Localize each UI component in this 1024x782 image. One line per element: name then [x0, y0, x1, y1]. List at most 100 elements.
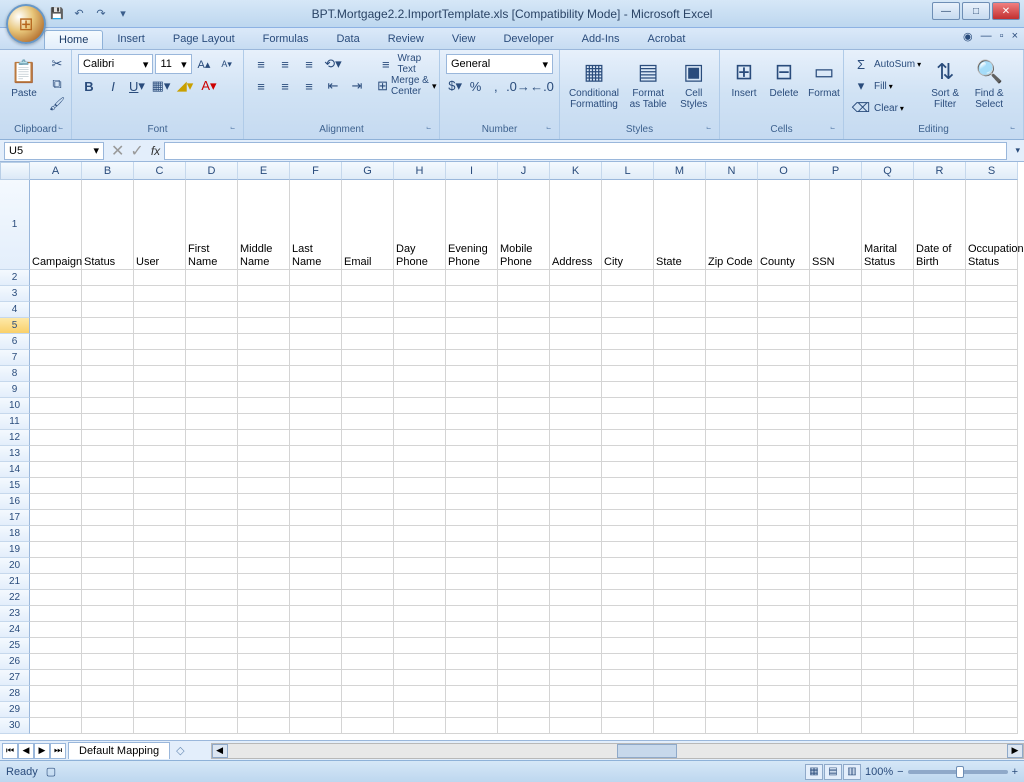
cell[interactable]	[394, 494, 446, 510]
cell[interactable]	[82, 558, 134, 574]
cell[interactable]	[186, 654, 238, 670]
cell[interactable]	[758, 382, 810, 398]
cell[interactable]	[238, 398, 290, 414]
align-right-icon[interactable]: ≡	[298, 76, 320, 96]
cell[interactable]	[654, 430, 706, 446]
cell[interactable]	[654, 686, 706, 702]
cell[interactable]	[498, 510, 550, 526]
cell[interactable]	[810, 638, 862, 654]
cell[interactable]	[654, 590, 706, 606]
cell[interactable]	[30, 654, 82, 670]
column-header[interactable]: S	[966, 162, 1018, 180]
tab-acrobat[interactable]: Acrobat	[634, 30, 700, 49]
cell[interactable]	[134, 622, 186, 638]
cell[interactable]	[82, 462, 134, 478]
cell[interactable]	[446, 702, 498, 718]
cell[interactable]	[134, 382, 186, 398]
cell[interactable]	[238, 462, 290, 478]
cell[interactable]	[394, 366, 446, 382]
cell[interactable]	[134, 638, 186, 654]
cell[interactable]	[862, 510, 914, 526]
enter-formula-icon[interactable]: ✓	[127, 141, 146, 161]
cell[interactable]	[342, 318, 394, 334]
cell[interactable]	[810, 350, 862, 366]
cell[interactable]	[186, 606, 238, 622]
cell[interactable]	[134, 510, 186, 526]
cell[interactable]	[290, 398, 342, 414]
cell[interactable]	[446, 606, 498, 622]
cell[interactable]	[602, 670, 654, 686]
cell[interactable]	[134, 542, 186, 558]
percent-icon[interactable]: %	[466, 76, 484, 96]
cell[interactable]	[30, 606, 82, 622]
cell[interactable]	[550, 622, 602, 638]
tab-insert[interactable]: Insert	[103, 30, 159, 49]
border-icon[interactable]: ▦▾	[150, 76, 172, 96]
cell[interactable]	[342, 654, 394, 670]
cell[interactable]	[914, 638, 966, 654]
cell[interactable]	[186, 558, 238, 574]
zoom-in-icon[interactable]: +	[1012, 766, 1018, 778]
cell[interactable]: User	[134, 180, 186, 270]
cell[interactable]	[966, 686, 1018, 702]
cell[interactable]	[186, 686, 238, 702]
cell[interactable]	[862, 558, 914, 574]
cell[interactable]	[238, 574, 290, 590]
cell[interactable]	[654, 622, 706, 638]
row-header[interactable]: 2	[0, 270, 30, 286]
cell[interactable]	[446, 590, 498, 606]
cell[interactable]	[914, 622, 966, 638]
workbook-restore-icon[interactable]: ▫	[1000, 30, 1004, 43]
cell[interactable]	[810, 414, 862, 430]
row-header[interactable]: 16	[0, 494, 30, 510]
cell[interactable]	[706, 318, 758, 334]
cell[interactable]	[654, 558, 706, 574]
cell[interactable]	[30, 510, 82, 526]
cell[interactable]	[966, 510, 1018, 526]
cell[interactable]	[30, 670, 82, 686]
cell[interactable]	[186, 542, 238, 558]
cell[interactable]	[862, 638, 914, 654]
cell[interactable]	[810, 718, 862, 734]
conditional-formatting-button[interactable]: ▦Conditional Formatting	[566, 54, 622, 112]
cell[interactable]	[810, 334, 862, 350]
increase-indent-icon[interactable]: ⇥	[346, 76, 368, 96]
cell[interactable]	[498, 590, 550, 606]
sort-filter-button[interactable]: ⇅Sort & Filter	[925, 54, 965, 112]
cell[interactable]	[862, 398, 914, 414]
name-box[interactable]: U5▾	[4, 142, 104, 160]
cell[interactable]	[602, 494, 654, 510]
cell[interactable]	[82, 318, 134, 334]
cell[interactable]	[498, 654, 550, 670]
cell[interactable]	[758, 670, 810, 686]
cell[interactable]	[446, 638, 498, 654]
cell[interactable]	[966, 494, 1018, 510]
cell[interactable]	[446, 430, 498, 446]
cell[interactable]	[966, 542, 1018, 558]
cell[interactable]	[914, 686, 966, 702]
format-painter-icon[interactable]: 🖌	[46, 94, 68, 114]
cell[interactable]	[342, 686, 394, 702]
cell[interactable]	[602, 318, 654, 334]
copy-icon[interactable]: ⧉	[46, 74, 68, 94]
cell[interactable]	[654, 286, 706, 302]
cell[interactable]	[30, 526, 82, 542]
cell[interactable]	[914, 558, 966, 574]
cell[interactable]	[862, 334, 914, 350]
cell[interactable]	[394, 462, 446, 478]
align-bottom-icon[interactable]: ≡	[298, 54, 320, 74]
cell[interactable]	[82, 622, 134, 638]
column-header[interactable]: O	[758, 162, 810, 180]
cell[interactable]	[186, 414, 238, 430]
cell[interactable]	[758, 366, 810, 382]
cell[interactable]	[342, 574, 394, 590]
cell[interactable]	[758, 270, 810, 286]
column-header[interactable]: J	[498, 162, 550, 180]
cell[interactable]	[238, 558, 290, 574]
cell[interactable]	[966, 638, 1018, 654]
cell[interactable]: Last Name	[290, 180, 342, 270]
cell[interactable]	[914, 286, 966, 302]
column-header[interactable]: D	[186, 162, 238, 180]
cell[interactable]	[290, 430, 342, 446]
tab-home[interactable]: Home	[44, 30, 103, 49]
